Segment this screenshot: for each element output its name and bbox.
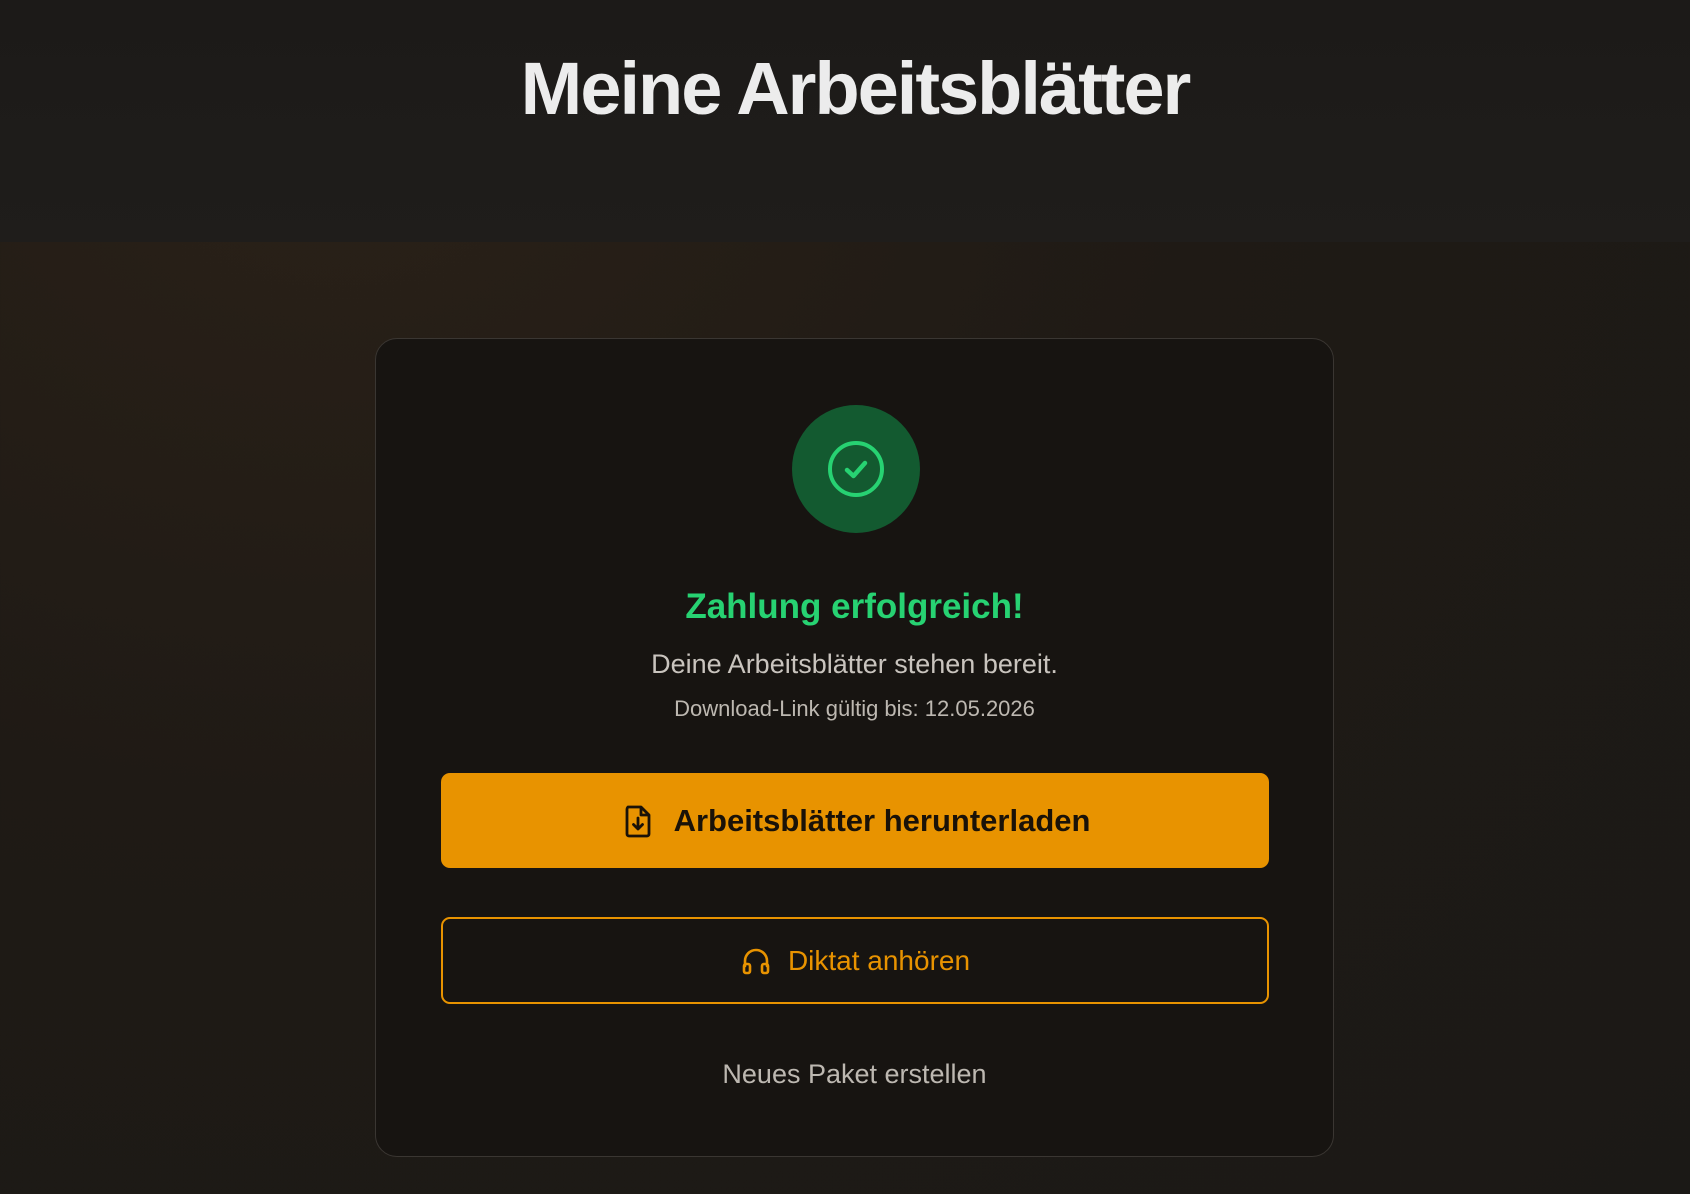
- create-new-package-link[interactable]: Neues Paket erstellen: [376, 1057, 1333, 1091]
- page-header: Meine Arbeitsblätter: [0, 0, 1690, 242]
- download-validity-text: Download-Link gültig bis: 12.05.2026: [674, 696, 1035, 721]
- payment-success-card: Zahlung erfolgreich! Deine Arbeitsblätte…: [375, 338, 1334, 1157]
- listen-button-label: Diktat anhören: [787, 944, 971, 976]
- success-badge: [792, 405, 920, 533]
- headphones-icon: [742, 948, 770, 974]
- file-download-icon: [625, 805, 650, 837]
- check-circle-icon: [828, 441, 884, 497]
- download-button-label: Arbeitsblätter herunterladen: [673, 802, 1091, 838]
- success-title: Zahlung erfolgreich!: [685, 587, 1024, 626]
- page-title: Meine Arbeitsblätter: [520, 47, 1192, 130]
- listen-dictation-button[interactable]: Diktat anhören: [441, 917, 1269, 1004]
- download-worksheets-button[interactable]: Arbeitsblätter herunterladen: [441, 773, 1269, 868]
- success-subtitle: Deine Arbeitsblätter stehen bereit.: [651, 649, 1058, 679]
